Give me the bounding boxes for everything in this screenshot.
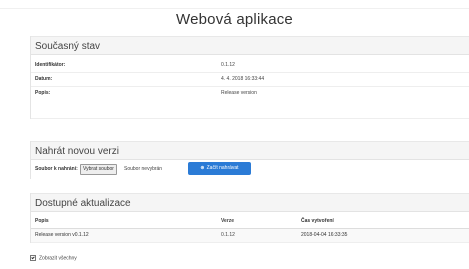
file-label: Soubor k nahrání: <box>35 166 78 172</box>
updates-heading: Dostupné aktualizace <box>31 193 469 212</box>
no-file-text: Soubor nevybrán <box>124 166 163 172</box>
date-label: Datum: <box>35 76 53 82</box>
plus-circle-icon: ⊕ <box>200 165 205 171</box>
identifier-value: 0.1.12 <box>221 62 235 68</box>
col-created: Čas vytvoření <box>301 218 334 224</box>
col-version: Verze <box>221 218 235 224</box>
upload-row: Soubor k nahrání: Vybrat soubor Soubor n… <box>31 160 469 179</box>
description-label: Popis: <box>35 90 51 96</box>
start-upload-button[interactable]: ⊕ Začít nahrávat <box>188 162 251 175</box>
show-all-label: Zobrazit všechny <box>39 255 77 262</box>
description-value: Release version <box>221 90 257 96</box>
col-description: Popis <box>35 218 49 224</box>
checkbox-checked-icon[interactable] <box>30 255 36 261</box>
page-title: Webová aplikace <box>176 11 293 28</box>
start-upload-label: Začít nahrávat <box>206 165 239 171</box>
update-version: 0.1.12 <box>221 232 235 238</box>
upload-heading: Nahrát novou verzi <box>31 141 469 160</box>
update-created: 2018-04-04 16:33:35 <box>301 232 348 238</box>
top-divider <box>0 8 469 9</box>
upload-panel: Nahrát novou verzi Soubor k nahrání: Vyb… <box>30 141 469 179</box>
date-value: 4. 4. 2018 16:33:44 <box>221 76 265 82</box>
choose-file-button[interactable]: Vybrat soubor <box>80 164 117 175</box>
updates-panel: Dostupné aktualizace Popis Verze Čas vyt… <box>30 193 469 243</box>
table-header: Popis Verze Čas vytvoření <box>31 215 469 229</box>
table-row: Popis: Release version <box>31 87 469 100</box>
table-row[interactable]: Release version v0.1.12 0.1.12 2018-04-0… <box>31 229 469 243</box>
current-state-heading: Současný stav <box>31 36 469 55</box>
current-state-panel: Současný stav Identifikátor: 0.1.12 Datu… <box>30 36 469 119</box>
identifier-label: Identifikátor: <box>35 62 66 68</box>
update-description: Release version v0.1.12 <box>35 232 89 238</box>
table-row: Datum: 4. 4. 2018 16:33:44 <box>31 73 469 87</box>
table-row: Identifikátor: 0.1.12 <box>31 59 469 73</box>
show-all-toggle[interactable]: Zobrazit všechny <box>30 255 77 261</box>
